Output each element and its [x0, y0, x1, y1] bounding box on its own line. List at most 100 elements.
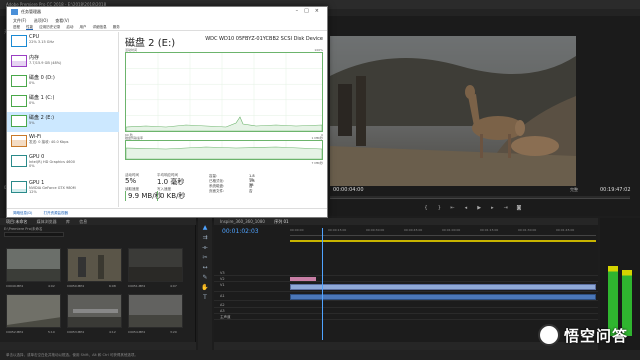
tab-libraries[interactable]: 库 [66, 219, 70, 224]
clip-thumbnail[interactable] [128, 294, 183, 328]
hand-tool-icon[interactable]: ✋ [201, 284, 209, 291]
tab-users[interactable]: 用户 [80, 25, 87, 29]
tab-project[interactable]: 项目:未命名 [6, 219, 27, 224]
step-back-icon[interactable]: ◂ [463, 205, 469, 211]
clip-thumbnail[interactable] [67, 248, 122, 282]
open-resource-monitor-link[interactable]: 打开资源监视器 [44, 211, 69, 215]
clip-duration: 4:12 [109, 330, 116, 334]
export-frame-icon[interactable]: ◙ [516, 205, 522, 211]
sidebar-item-gpu-1[interactable]: GPU 1 NVIDIA GeForce GTX 980M 12% [7, 178, 119, 202]
sidebar-item-disk-1[interactable]: 磁盘 1 (C:) 0% [7, 92, 119, 112]
slip-tool-icon[interactable]: ↔ [201, 264, 209, 271]
clip-name: C0054.MP4 [128, 330, 145, 334]
razor-tool-icon[interactable]: ✂ [201, 254, 209, 261]
ruler-tick: 00:00:15:00 [328, 228, 347, 232]
mark-out-icon[interactable]: } [436, 205, 442, 211]
program-current-timecode[interactable]: 00:00:04:00 [333, 187, 364, 193]
ruler-tick: 00:01:45:00 [556, 228, 575, 232]
clip-name: C0049.MP4 [6, 284, 23, 288]
clip-duration: 5:10 [48, 330, 55, 334]
write-speed-value: 0 KB/秒 [157, 191, 185, 201]
project-search-input[interactable] [4, 232, 64, 237]
audio-clip[interactable] [290, 294, 596, 300]
type-tool-icon[interactable]: T [201, 294, 209, 301]
tab-sequence-b[interactable]: 序列 01 [274, 219, 288, 224]
sidebar-item-disk-2[interactable]: 磁盘 2 (E:) 5% [7, 112, 119, 132]
sidebar-item-disk-0[interactable]: 磁盘 0 (D:) 0% [7, 72, 119, 92]
sidebar-item-gpu-0[interactable]: GPU 0 Intel(R) HD Graphics 4600 0% [7, 152, 119, 176]
work-area-bar[interactable] [290, 240, 596, 242]
memory-thumbnail [11, 55, 27, 67]
play-icon[interactable]: ▶ [476, 205, 482, 211]
title-clip[interactable] [290, 277, 316, 281]
fewer-details-link[interactable]: 简略信息(D) [13, 211, 32, 215]
transport-controls: { } ⇤ ◂ ▶ ▸ ⇥ ◙ [420, 205, 540, 214]
clip-name: C0052.MP4 [6, 330, 23, 334]
tab-processes[interactable]: 进程 [13, 25, 20, 29]
tab-app-history[interactable]: 应用历史记录 [39, 25, 60, 29]
tab-sequence-a[interactable]: Inspire_360_360_1080 [220, 219, 265, 224]
tab-performance[interactable]: 性能 [26, 25, 34, 30]
menu-view[interactable]: 查看(V) [55, 18, 69, 23]
transfer-rate-sub: 7 MB/秒 [311, 161, 323, 165]
track-header[interactable]: A1 [220, 293, 288, 299]
gpu-0-thumbnail [11, 155, 27, 167]
prop-page-file: 页面文件: 否 [209, 189, 253, 193]
tab-startup[interactable]: 启动 [66, 25, 73, 29]
track-header[interactable]: 主声道 [220, 314, 288, 320]
selection-tool-icon[interactable]: ▲ [201, 224, 209, 231]
mark-in-icon[interactable]: { [423, 205, 429, 211]
deer-scene-image [330, 36, 576, 186]
cpu-thumbnail [11, 35, 27, 47]
task-manager-menu: 文件(F) 选项(O) 查看(V) [7, 18, 327, 24]
clip-name: C0050.MP4 [67, 284, 84, 288]
clip-thumbnail[interactable] [6, 294, 61, 328]
video-clip[interactable] [290, 284, 596, 290]
go-to-out-icon[interactable]: ⇥ [503, 205, 509, 211]
timeline-tabs: Inspire_360_360_1080 序列 01 [214, 218, 598, 225]
tab-media-browser[interactable]: 媒体浏览器 [37, 219, 57, 224]
watermark-text: 悟空问答 [564, 327, 629, 345]
status-bar: 单击以选择，或单击空白处并拖动以框选。使用 Shift、Alt 和 Ctrl 可… [0, 350, 640, 360]
ripple-edit-tool-icon[interactable]: ⟛ [201, 244, 209, 251]
timeline-ruler[interactable]: 00:00:00 00:00:15:00 00:00:30:00 00:00:4… [290, 228, 596, 236]
active-time-value: 5% [125, 177, 137, 185]
sidebar-item-wifi[interactable]: Wi-Fi 发送: 0 接收: 40.0 Kbps [7, 132, 119, 152]
tab-details[interactable]: 详细信息 [93, 25, 107, 29]
disk-title: 磁盘 2 (E:) [125, 38, 176, 49]
timeline-timecode[interactable]: 00:01:02:03 [222, 228, 259, 235]
track-select-tool-icon[interactable]: ⇉ [201, 234, 209, 241]
tab-services[interactable]: 服务 [113, 25, 120, 29]
menu-file[interactable]: 文件(F) [13, 18, 26, 23]
sidebar-item-memory[interactable]: 内存 7.7/15.9 GB (48%) [7, 52, 119, 72]
step-forward-icon[interactable]: ▸ [489, 205, 495, 211]
task-manager-title: 任务管理器 [21, 9, 41, 14]
clip-thumbnail[interactable] [67, 294, 122, 328]
track-header[interactable]: V1 [220, 282, 288, 288]
sidebar-item-cpu[interactable]: CPU 22% 3.15 GHz [7, 32, 119, 52]
task-manager-title-bar[interactable]: 任务管理器 –□× [7, 7, 327, 18]
track-a1: A1 [214, 293, 598, 301]
ruler-tick: 00:00:30:00 [366, 228, 385, 232]
pen-tool-icon[interactable]: ✎ [201, 274, 209, 281]
program-scrub-bar[interactable] [330, 196, 630, 199]
program-fit-select[interactable]: 完整 [570, 187, 578, 193]
clip-thumbnail[interactable] [128, 248, 183, 282]
gpu-1-thumbnail [11, 181, 27, 193]
clip-duration: 4:02 [48, 284, 55, 288]
tab-info[interactable]: 信息 [79, 219, 87, 224]
timeline-playhead[interactable] [322, 228, 323, 340]
track-v1: V1 [214, 282, 598, 292]
clip-duration: 3:20 [170, 330, 177, 334]
maximize-icon[interactable]: □ [304, 8, 315, 14]
close-icon[interactable]: × [315, 8, 325, 14]
go-to-in-icon[interactable]: ⇤ [450, 205, 456, 211]
menu-options[interactable]: 选项(O) [34, 18, 48, 23]
clip-image [68, 295, 121, 327]
clip-thumbnail[interactable] [6, 248, 61, 282]
disk-2-thumbnail [11, 115, 27, 127]
clip-image [7, 295, 60, 327]
active-time-graph [125, 52, 323, 132]
transfer-rate-graph [125, 140, 323, 160]
minimize-icon[interactable]: – [296, 8, 305, 14]
